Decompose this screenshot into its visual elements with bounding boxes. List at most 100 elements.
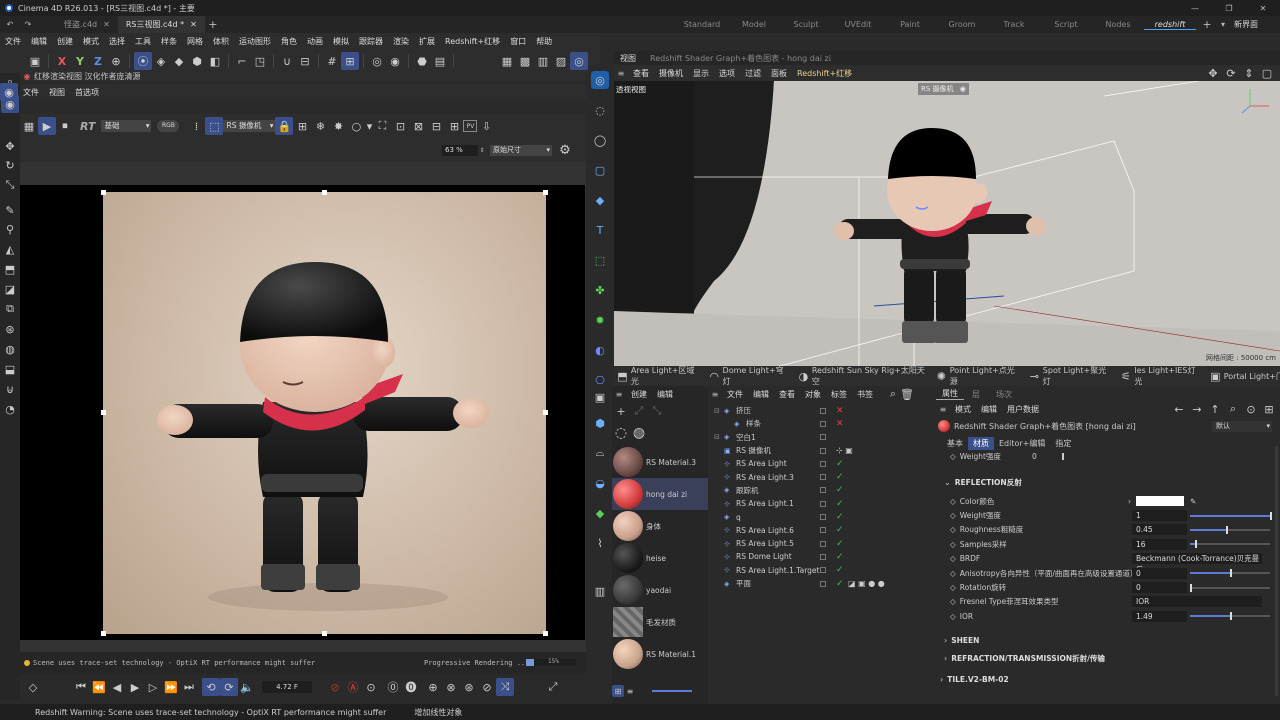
trash-icon[interactable]: 🗑 xyxy=(898,385,916,403)
menu-mesh[interactable]: 网格 xyxy=(182,36,208,47)
expand-icon[interactable]: ⊟ xyxy=(714,433,724,441)
spline-pen-icon[interactable]: ✎ xyxy=(1,201,19,219)
thumbnail-size-slider[interactable] xyxy=(652,690,692,692)
output-icon[interactable]: ▥ xyxy=(591,582,609,600)
resize-handle-tr[interactable] xyxy=(543,190,548,195)
enabled-check-icon[interactable]: ✓ xyxy=(836,459,844,469)
workplane-icon[interactable]: ⌐ xyxy=(233,52,251,70)
table-row[interactable]: ▣ RS 摄像机 ⊹ ▣ xyxy=(708,444,936,457)
subtab-assign[interactable]: 指定 xyxy=(1050,437,1076,450)
attr-value[interactable]: Beckmann (Cook-Torrance)贝克曼反 xyxy=(1132,553,1262,574)
resize-handle-bm[interactable] xyxy=(322,631,327,636)
menu-spline[interactable]: 样条 xyxy=(156,36,182,47)
keyframe-diamond-icon[interactable]: ◇ xyxy=(950,554,956,563)
weld-icon[interactable]: ⊛ xyxy=(1,320,19,338)
layout-tab-model[interactable]: Model xyxy=(728,20,780,29)
attr-scrollbar[interactable] xyxy=(1275,446,1278,696)
film-icon[interactable]: ▦ xyxy=(20,117,38,135)
axis-x-button[interactable]: X xyxy=(53,52,71,70)
preview-sphere2-icon[interactable]: ◍ xyxy=(630,424,648,442)
key-pla-icon[interactable]: ⊛ xyxy=(460,678,478,696)
preview-sphere-icon[interactable]: ◌ xyxy=(612,424,630,442)
layout-tab-nodes[interactable]: Nodes xyxy=(1092,20,1144,29)
section-sheen-header[interactable]: › SHEEN xyxy=(936,632,1280,650)
list-item[interactable]: 身体 xyxy=(612,510,708,542)
light-btn-ies[interactable]: Ies Light+IES灯光 xyxy=(1134,365,1199,387)
axis-y-button[interactable]: Y xyxy=(71,52,89,70)
attr-value[interactable]: 1.49 xyxy=(1132,610,1187,622)
record-disabled-icon[interactable]: ⊘ xyxy=(326,678,344,696)
vp-menu-view[interactable]: 查看 xyxy=(628,68,654,79)
resize-handle-tm[interactable] xyxy=(322,190,327,195)
paint-icon[interactable]: ⬓ xyxy=(1,360,19,378)
doc-tab-0[interactable]: 怪盗.c4d ✕ xyxy=(56,16,118,33)
resize-handle-tl[interactable] xyxy=(101,190,106,195)
menu-animate[interactable]: 动画 xyxy=(302,36,328,47)
bridge-icon[interactable]: ⧉ xyxy=(1,300,19,318)
table-row[interactable]: ⊹ RS Area Light.3 ✓ xyxy=(708,470,936,483)
keyframe-diamond-icon[interactable]: ◇ xyxy=(950,583,956,592)
attr-row[interactable]: ◇BRDF Beckmann (Cook-Torrance)贝克曼反 xyxy=(936,552,1280,574)
grid-icon[interactable]: ⊞ xyxy=(293,117,311,135)
color-select[interactable]: RGB xyxy=(157,120,180,132)
square-icon[interactable]: ▢ xyxy=(591,161,609,179)
keyframe-diamond-icon[interactable]: ◇ xyxy=(950,497,956,506)
enabled-check-icon[interactable]: ✓ xyxy=(836,525,844,535)
menu-mode[interactable]: 模式 xyxy=(78,36,104,47)
table-row[interactable]: ⊹ RS Area Light.1.Target ✓ xyxy=(708,564,936,577)
fit-icon[interactable]: ⛶ xyxy=(373,117,391,135)
key-rotation-icon[interactable]: ⓿ xyxy=(402,678,420,696)
resize-icon[interactable]: ⤢ xyxy=(630,402,648,420)
light-btn-sunsky[interactable]: Redshift Sun Sky Rig+太阳天空 xyxy=(812,365,925,387)
dropdown-arrow-icon[interactable]: ▾ xyxy=(365,117,373,135)
compare-icon[interactable]: ⊞ xyxy=(445,117,463,135)
light-btn-point[interactable]: Point Light+点光源 xyxy=(950,365,1018,387)
table-row[interactable]: ◈ 跟踪机 ✓ xyxy=(708,484,936,497)
attr-menu-userdata[interactable]: 用户数据 xyxy=(1002,404,1044,415)
brush-icon[interactable]: ⚲ xyxy=(1,220,19,238)
menu-help[interactable]: 帮助 xyxy=(531,36,557,47)
attr-row[interactable]: ◇ Rotation旋转 0 xyxy=(936,580,1280,594)
bevel-icon[interactable]: ◪ xyxy=(1,280,19,298)
attr-value[interactable]: 0 xyxy=(1132,567,1187,579)
slider-thumb[interactable] xyxy=(1190,583,1192,592)
table-row[interactable]: ◈ 样条 ✕ xyxy=(708,417,936,430)
close-icon[interactable]: ✕ xyxy=(1246,0,1280,16)
menu-window[interactable]: 窗口 xyxy=(505,36,531,47)
visibility-toggle[interactable] xyxy=(820,540,826,547)
hamburger-icon[interactable]: ≡ xyxy=(936,405,950,414)
slider-thumb[interactable] xyxy=(1230,612,1232,621)
text-icon[interactable]: T xyxy=(591,221,609,239)
sample-icon[interactable]: ⊡ xyxy=(391,117,409,135)
attr-tab-takes[interactable]: 场次 xyxy=(988,389,1020,400)
light-btn-spot[interactable]: Spot Light+聚光灯 xyxy=(1043,365,1110,387)
keyframe-diamond-icon[interactable]: ◇ xyxy=(950,597,956,606)
render-region-icon[interactable]: ◎ xyxy=(368,52,386,70)
keyframe-diamond-icon[interactable]: ◇ xyxy=(950,452,956,461)
vp-menu-camera[interactable]: 摄像机 xyxy=(654,68,688,79)
key-mode-icon[interactable]: ⊙ xyxy=(362,678,380,696)
enabled-check-icon[interactable]: ✓ xyxy=(836,539,844,549)
portal-light-icon[interactable]: ▣ xyxy=(1207,367,1224,385)
section-reflection-header[interactable]: ⌄ REFLECTION反射 xyxy=(936,470,1280,494)
solo-icon[interactable]: ◳ xyxy=(251,52,269,70)
prev-frame-icon[interactable]: ◀ xyxy=(108,678,126,696)
menu-redshift[interactable]: Redshift+红移 xyxy=(440,36,505,47)
attr-value[interactable]: 16 xyxy=(1132,538,1187,550)
visibility-toggle[interactable] xyxy=(820,553,826,560)
attr-tab-layers[interactable]: 层 xyxy=(964,389,988,400)
sound-icon[interactable]: 🔈 xyxy=(238,678,256,696)
visibility-toggle[interactable] xyxy=(820,447,826,454)
attr-value[interactable]: 0 xyxy=(1032,452,1037,461)
menu-tools[interactable]: 工具 xyxy=(130,36,156,47)
orbit-icon[interactable]: ⟳ xyxy=(1222,64,1240,82)
section-refraction-header[interactable]: › REFRACTION/TRANSMISSION折射/传输 xyxy=(936,650,1280,668)
key-point-icon[interactable]: ⊘ xyxy=(478,678,496,696)
doc-tab-1[interactable]: RS三视图.c4d * ✕ xyxy=(117,16,205,33)
circle-icon[interactable]: ○ xyxy=(347,117,365,135)
uv-mode-icon[interactable]: ◧ xyxy=(206,52,224,70)
redo-icon[interactable]: ↷ xyxy=(20,20,36,29)
visibility-toggle[interactable] xyxy=(820,500,826,507)
attr-menu-edit[interactable]: 编辑 xyxy=(976,404,1002,415)
rv-menu-view[interactable]: 视图 xyxy=(44,87,70,98)
